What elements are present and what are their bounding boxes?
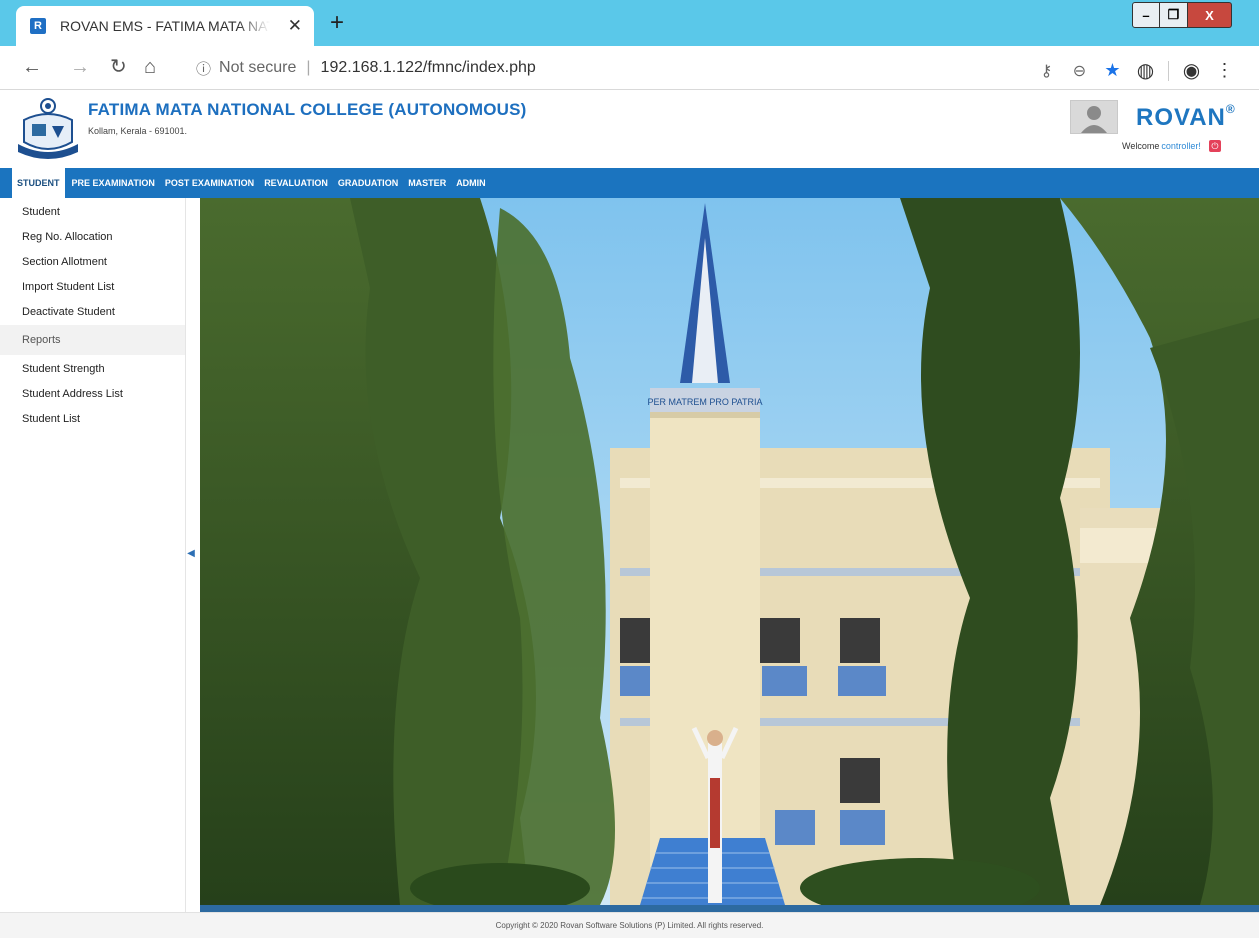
collapse-arrow-icon[interactable]: ◀ [186,545,196,561]
new-tab-button[interactable]: + [330,11,344,35]
college-logo [18,98,78,159]
toolbar-divider [1168,60,1169,81]
college-address: Kollam, Kerala - 691001. [88,126,188,136]
toolbar-icons: ⚷ ⊖ ★ ◍ ◉ ⋮ [1030,58,1241,83]
brand-name: ROVAN [1136,104,1226,131]
sidebar-item-section-allotment[interactable]: Section Allotment [0,250,185,275]
browser-tab-bar: R ROVAN EMS - FATIMA MATA NATIONAL COLLE… [0,0,1259,46]
menu-post-examination[interactable]: POST EXAMINATION [160,168,259,198]
sidebar: Student Reg No. Allocation Section Allot… [0,198,186,912]
url-text[interactable]: 192.168.1.122/fmnc/index.php [321,59,536,77]
sidebar-item-import-student-list[interactable]: Import Student List [0,275,185,300]
menu-pre-examination[interactable]: PRE EXAMINATION [67,168,160,198]
minimize-button[interactable]: – [1132,2,1160,28]
maximize-button[interactable]: ❐ [1160,2,1188,28]
avatar[interactable] [1070,100,1118,134]
account-icon[interactable]: ◉ [1175,58,1208,83]
app-header: FATIMA MATA NATIONAL COLLEGE (AUTONOMOUS… [0,90,1259,168]
security-label: Not secure [219,59,297,76]
menu-dots-icon[interactable]: ⋮ [1208,60,1241,81]
photo-illustration: PER MATREM PRO PATRIA [200,198,1259,905]
forward-icon[interactable]: → [70,55,90,79]
sidebar-section-reports: Reports [0,325,185,355]
window-controls: – ❐ X [1132,2,1232,28]
banner-text: PER MATREM PRO PATRIA [647,397,762,407]
menu-master[interactable]: MASTER [403,168,451,198]
sidebar-item-student-list[interactable]: Student List [0,407,185,432]
sidebar-item-student-address-list[interactable]: Student Address List [0,382,185,407]
logout-icon[interactable]: ⏻ [1208,140,1221,152]
back-icon[interactable]: ← [22,55,42,79]
menu-graduation[interactable]: GRADUATION [333,168,403,198]
sidebar-item-reg-no-allocation[interactable]: Reg No. Allocation [0,225,185,250]
college-building-photo: PER MATREM PRO PATRIA [200,198,1259,905]
close-window-button[interactable]: X [1188,2,1232,28]
home-icon[interactable]: ⌂ [144,55,156,79]
info-icon[interactable]: ⓘ [196,58,211,79]
footer: Copyright © 2020 Rovan Software Solution… [0,912,1259,938]
menu-student[interactable]: STUDENT [12,168,65,198]
tab-title: ROVAN EMS - FATIMA MATA NATIONAL COLLEGE [60,18,270,34]
zoom-icon[interactable]: ⊖ [1063,61,1096,81]
welcome-prefix: Welcome [1122,141,1160,151]
main-menu: STUDENT PRE EXAMINATION POST EXAMINATION… [0,168,1259,198]
extension-icon[interactable]: ◍ [1129,58,1162,83]
reload-icon[interactable]: ↻ [110,55,127,79]
sidebar-item-student[interactable]: Student [0,200,185,225]
omnibox-separator: | [306,59,311,76]
user-silhouette-icon [1081,106,1107,133]
sidebar-item-deactivate-student[interactable]: Deactivate Student [0,300,185,325]
brand-mark: ® [1225,102,1236,116]
welcome-user[interactable]: controller! [1161,141,1201,151]
browser-tab[interactable]: R ROVAN EMS - FATIMA MATA NATIONAL COLLE… [16,6,314,46]
key-icon[interactable]: ⚷ [1030,61,1063,81]
brand-logo: ROVAN® [1136,102,1236,132]
url-field[interactable]: ⓘ Not secure | 192.168.1.122/fmnc/index.… [184,52,1070,84]
welcome-message: Welcome controller! ⏻ [1122,140,1221,152]
address-bar: ← → ↻ ⌂ ⓘ Not secure | 192.168.1.122/fmn… [0,46,1259,90]
menu-revaluation[interactable]: REVALUATION [259,168,333,198]
photo-bottom-bar [200,905,1259,912]
close-tab-icon[interactable]: ✕ [288,16,302,36]
favicon-icon: R [30,18,46,34]
star-icon[interactable]: ★ [1096,60,1129,81]
menu-admin[interactable]: ADMIN [451,168,491,198]
college-name: FATIMA MATA NATIONAL COLLEGE (AUTONOMOUS… [88,100,527,119]
sidebar-item-student-strength[interactable]: Student Strength [0,357,185,382]
